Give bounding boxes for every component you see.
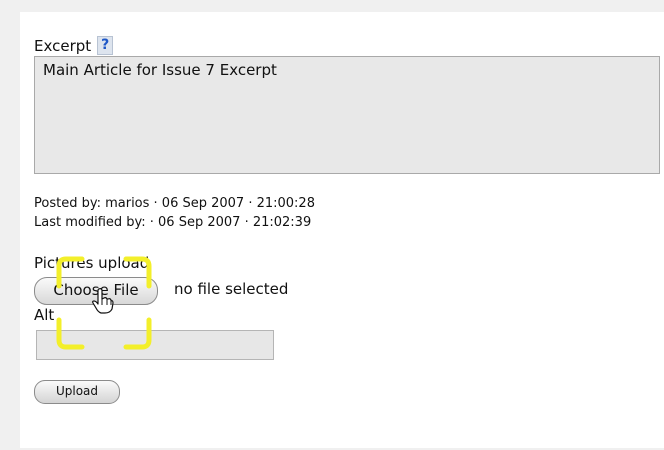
pictures-upload-label: Pictures upload (34, 254, 150, 272)
excerpt-label-row: Excerpt ? (34, 36, 114, 55)
posted-by-text: Posted by: marios · 06 Sep 2007 · 21:00:… (34, 196, 315, 211)
alt-label: Alt (34, 306, 55, 324)
file-status-text: no file selected (174, 280, 289, 298)
excerpt-textarea[interactable]: Main Article for Issue 7 Excerpt (34, 56, 660, 174)
alt-input[interactable] (36, 330, 274, 360)
post-meta: Posted by: marios · 06 Sep 2007 · 21:00:… (34, 194, 315, 232)
excerpt-label: Excerpt (34, 36, 92, 55)
choose-file-button[interactable]: Choose File (34, 277, 158, 305)
article-form: Excerpt ? Main Article for Issue 7 Excer… (20, 12, 664, 448)
help-icon[interactable]: ? (97, 36, 114, 55)
upload-button[interactable]: Upload (34, 380, 120, 404)
last-modified-text: Last modified by: · 06 Sep 2007 · 21:02:… (34, 215, 312, 230)
